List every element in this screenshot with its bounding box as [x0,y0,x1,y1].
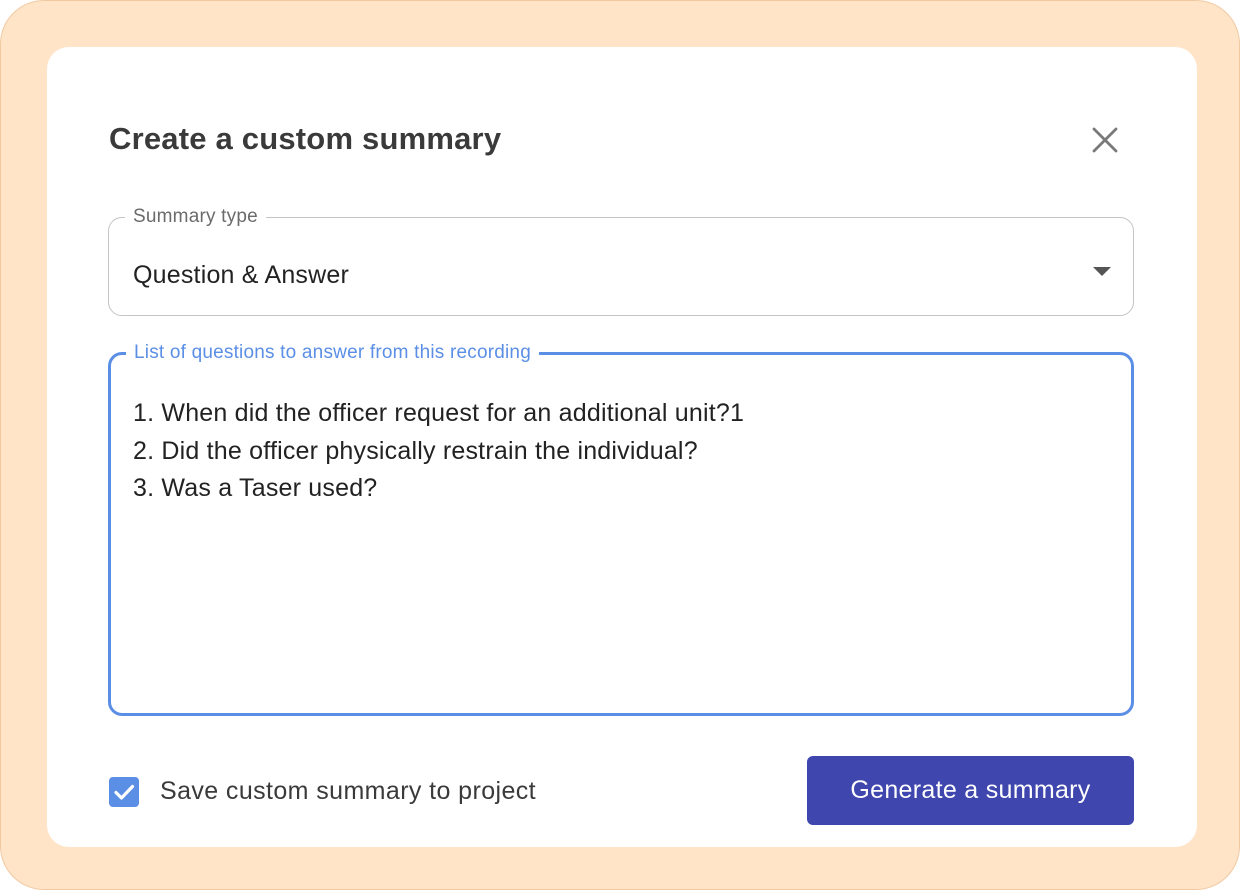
question-line: 1. When did the officer request for an a… [133,399,745,427]
close-button[interactable] [1085,120,1125,160]
generate-summary-button[interactable]: Generate a summary [807,756,1134,825]
save-to-project-label[interactable]: Save custom summary to project [160,773,536,809]
dialog-title: Create a custom summary [109,121,502,156]
close-icon [1092,127,1118,153]
summary-type-select[interactable]: Summary type Question & Answer [108,207,1134,316]
save-to-project-checkbox[interactable] [109,777,139,807]
questions-label: List of questions to answer from this re… [134,342,531,363]
checkmark-icon [114,784,135,800]
caret-down-icon[interactable] [1093,267,1111,276]
questions-textarea[interactable]: List of questions to answer from this re… [108,343,1134,716]
summary-type-value: Question & Answer [133,261,350,289]
question-line: 3. Was a Taser used? [133,474,378,502]
summary-type-label: Summary type [133,206,258,227]
custom-summary-dialog: Create a custom summary Summary type Que… [47,47,1197,847]
question-list: 1. When did the officer request for an a… [133,395,744,508]
app-frame: Create a custom summary Summary type Que… [0,0,1240,890]
question-line: 2. Did the officer physically restrain t… [133,436,698,465]
